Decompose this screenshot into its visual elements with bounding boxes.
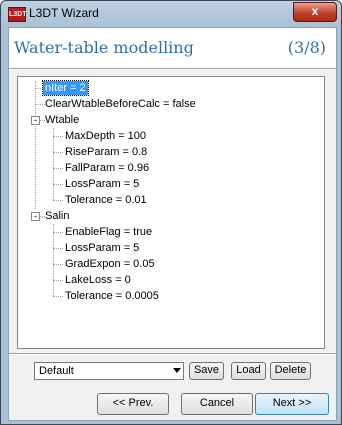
step-indicator: (3/8) <box>287 38 326 57</box>
wizard-header: Water-table modelling (3/8) <box>9 28 336 68</box>
header-divider <box>9 68 336 70</box>
page-title: Water-table modelling <box>14 38 194 57</box>
tree-item-salin-lossparam[interactable]: LossParam = 5 <box>65 241 139 255</box>
tree-connector <box>53 152 63 153</box>
tree-item-salin-tolerance[interactable]: Tolerance = 0.0005 <box>65 289 159 303</box>
tree-connector <box>53 184 63 185</box>
tree-branch-line <box>53 224 54 296</box>
window-title: L3DT Wizard <box>29 6 99 20</box>
tree-item-wtable-tolerance[interactable]: Tolerance = 0.01 <box>65 193 147 207</box>
chevron-down-icon <box>173 368 181 373</box>
tree-item-wtable-lossparam[interactable]: LossParam = 5 <box>65 177 139 191</box>
tree-item-salin-lakeloss[interactable]: LakeLoss = 0 <box>65 273 131 287</box>
footer-divider <box>9 353 336 355</box>
tree-connector <box>53 264 63 265</box>
wizard-window: L3DT L3DT Wizard x Water-table modelling… <box>0 0 342 425</box>
wizard-client-area: Water-table modelling (3/8) nIter = 2 Cl… <box>8 27 337 421</box>
tree-connector <box>53 136 63 137</box>
preset-select[interactable]: Default <box>34 362 184 380</box>
tree-item-salin-enableflag[interactable]: EnableFlag = true <box>65 225 152 239</box>
tree-connector <box>53 248 63 249</box>
tree-item-clear-wtable[interactable]: ClearWtableBeforeCalc = false <box>45 97 196 111</box>
tree-item-wtable-maxdepth[interactable]: MaxDepth = 100 <box>65 129 146 143</box>
next-button[interactable]: Next >> <box>255 393 329 415</box>
tree-item-wtable-fallparam[interactable]: FallParam = 0.96 <box>65 161 149 175</box>
tree-group-wtable[interactable]: Wtable <box>45 113 79 127</box>
tree-connector <box>53 200 63 201</box>
title-bar: L3DT L3DT Wizard x <box>1 1 341 27</box>
tree-connector <box>35 104 45 105</box>
collapse-icon[interactable]: - <box>31 212 40 221</box>
close-icon[interactable]: x <box>293 2 337 22</box>
tree-item-salin-gradexpon[interactable]: GradExpon = 0.05 <box>65 257 155 271</box>
save-preset-button[interactable]: Save <box>189 362 224 380</box>
prev-button[interactable]: << Prev. <box>97 393 169 415</box>
tree-group-salin[interactable]: Salin <box>45 209 69 223</box>
delete-preset-button[interactable]: Delete <box>270 362 311 380</box>
tree-item-wtable-riseparam[interactable]: RiseParam = 0.8 <box>65 145 147 159</box>
preset-select-value: Default <box>39 365 74 377</box>
settings-tree[interactable]: nIter = 2 ClearWtableBeforeCalc = false … <box>17 76 325 349</box>
l3dt-app-icon: L3DT <box>8 7 27 22</box>
cancel-button[interactable]: Cancel <box>181 393 253 415</box>
tree-connector <box>53 296 63 297</box>
tree-root-line <box>35 81 36 209</box>
load-preset-button[interactable]: Load <box>231 362 266 380</box>
tree-item-niter[interactable]: nIter = 2 <box>42 80 89 96</box>
tree-connector <box>53 280 63 281</box>
tree-connector <box>53 232 63 233</box>
tree-connector <box>53 168 63 169</box>
collapse-icon[interactable]: - <box>31 116 40 125</box>
tree-branch-line <box>53 128 54 200</box>
